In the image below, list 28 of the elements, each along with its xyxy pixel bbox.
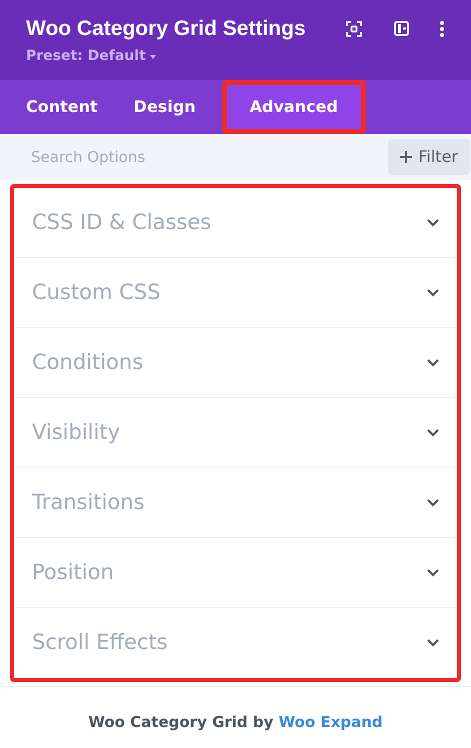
chevron-down-icon <box>427 568 439 576</box>
section-header[interactable]: Conditions <box>14 328 457 398</box>
preset-dropdown[interactable]: Preset: Default <box>26 46 146 67</box>
footer-credit: Woo Category Grid by Woo Expand <box>87 712 384 733</box>
filter-button[interactable]: Filter <box>388 139 470 175</box>
chevron-down-icon <box>427 498 439 506</box>
section-header[interactable]: Scroll Effects <box>14 608 457 678</box>
author-link[interactable]: Woo Expand <box>278 713 383 731</box>
tab[interactable]: Content <box>8 80 116 134</box>
chevron-down-icon <box>427 218 439 226</box>
search-field[interactable]: Search Options <box>0 134 388 180</box>
more-icon[interactable] <box>440 21 444 37</box>
panel-title: Woo Category Grid Settings <box>26 16 306 42</box>
section-header[interactable]: Transitions <box>14 468 457 538</box>
plus-icon <box>400 151 412 163</box>
layout-icon[interactable] <box>394 21 409 36</box>
section-header[interactable]: Visibility <box>14 398 457 468</box>
chevron-down-icon <box>427 639 439 647</box>
section-header[interactable]: Custom CSS <box>14 258 457 328</box>
chevron-down-icon <box>427 358 439 366</box>
section-header[interactable]: CSS ID & Classes <box>14 188 457 258</box>
tab[interactable]: Advanced <box>222 80 366 134</box>
tab[interactable]: Design <box>116 80 214 134</box>
caret-icon <box>150 54 156 58</box>
chevron-down-icon <box>427 428 439 436</box>
section-header[interactable]: Position <box>14 538 457 608</box>
chevron-down-icon <box>427 288 439 296</box>
focus-icon[interactable] <box>346 21 362 37</box>
